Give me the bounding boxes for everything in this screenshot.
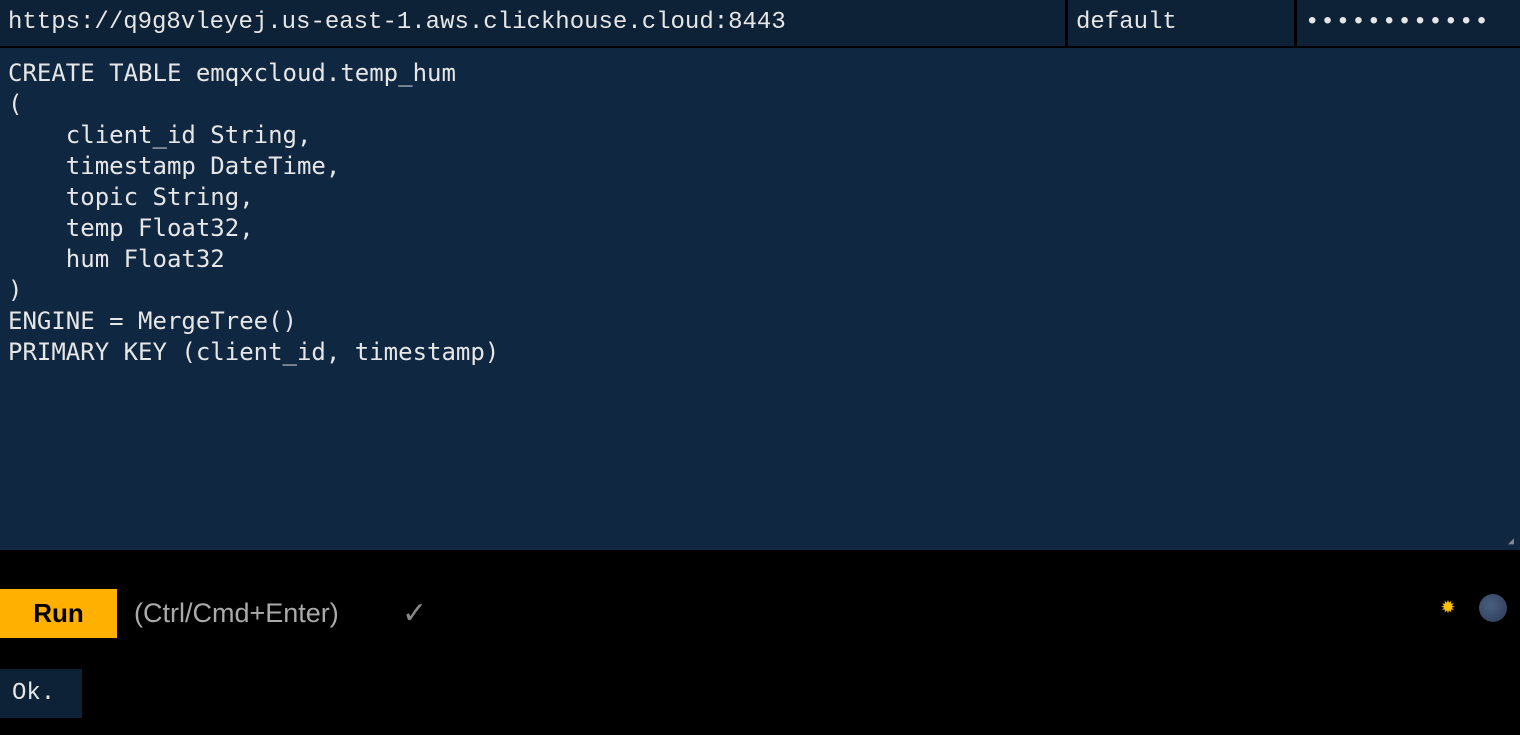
check-icon: ✓ (402, 596, 428, 631)
shortcut-hint: (Ctrl/Cmd+Enter) (134, 598, 339, 628)
resize-handle-icon[interactable]: ◢ (1508, 536, 1518, 548)
result-status: Ok. (0, 669, 82, 718)
url-input[interactable]: https://q9g8vleyej.us-east-1.aws.clickho… (0, 0, 1065, 46)
run-button[interactable]: Run (0, 589, 117, 638)
moon-icon[interactable] (1479, 594, 1507, 622)
user-input[interactable]: default (1068, 0, 1294, 46)
sun-icon[interactable]: ✹ (1434, 594, 1462, 622)
query-editor[interactable]: CREATE TABLE emqxcloud.temp_hum ( client… (0, 48, 1520, 550)
password-input[interactable]: •••••••••••• (1297, 0, 1520, 46)
